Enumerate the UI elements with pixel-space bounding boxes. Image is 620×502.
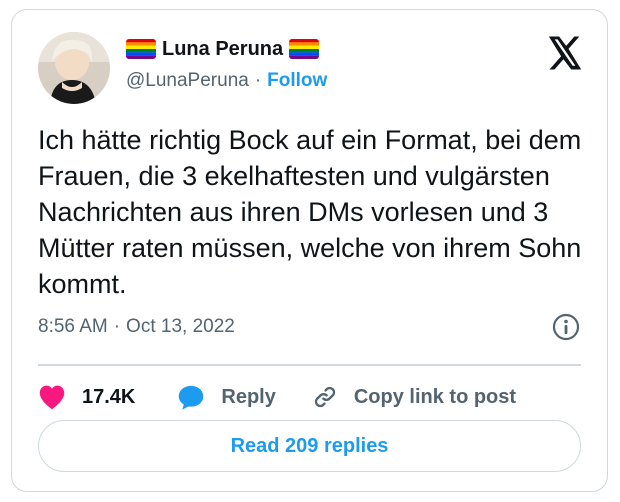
author-name-row[interactable]: Luna Peruna xyxy=(126,34,320,64)
read-replies-button[interactable]: Read 209 replies xyxy=(38,420,581,472)
author-handle[interactable]: @LunaPeruna xyxy=(126,70,249,92)
divider xyxy=(38,364,581,366)
link-icon xyxy=(312,384,338,410)
rainbow-flag-icon xyxy=(289,39,320,59)
tweet-card: Luna Peruna @LunaPeruna · Follow Ich hät… xyxy=(11,9,608,492)
handle-row: @LunaPeruna · Follow xyxy=(126,70,327,92)
separator-dot: · xyxy=(113,316,121,337)
copy-link-button[interactable]: Copy link to post xyxy=(312,384,516,410)
author-name[interactable]: Luna Peruna xyxy=(162,38,283,61)
heart-icon xyxy=(38,384,66,410)
tweet-time[interactable]: 8:56 AM xyxy=(38,316,108,338)
reply-button[interactable]: Reply xyxy=(177,384,276,410)
reply-label: Reply xyxy=(221,385,276,408)
timestamp[interactable]: 8:56 AM · Oct 13, 2022 xyxy=(38,316,235,338)
speech-bubble-icon xyxy=(177,384,205,410)
rainbow-flag-icon xyxy=(126,39,156,59)
action-bar: 17.4K Reply Copy link to post xyxy=(38,372,516,422)
info-icon[interactable] xyxy=(551,312,581,342)
separator-dot: · xyxy=(254,70,262,91)
copy-link-label: Copy link to post xyxy=(353,385,517,408)
tweet-text: Ich hätte richtig Bock auf ein Format, b… xyxy=(38,125,582,299)
like-count: 17.4K xyxy=(82,385,136,408)
x-logo-icon[interactable] xyxy=(547,36,583,70)
follow-button[interactable]: Follow xyxy=(267,70,327,92)
tweet-date[interactable]: Oct 13, 2022 xyxy=(126,316,235,338)
like-button[interactable]: 17.4K xyxy=(38,384,135,410)
avatar[interactable] xyxy=(38,32,110,104)
